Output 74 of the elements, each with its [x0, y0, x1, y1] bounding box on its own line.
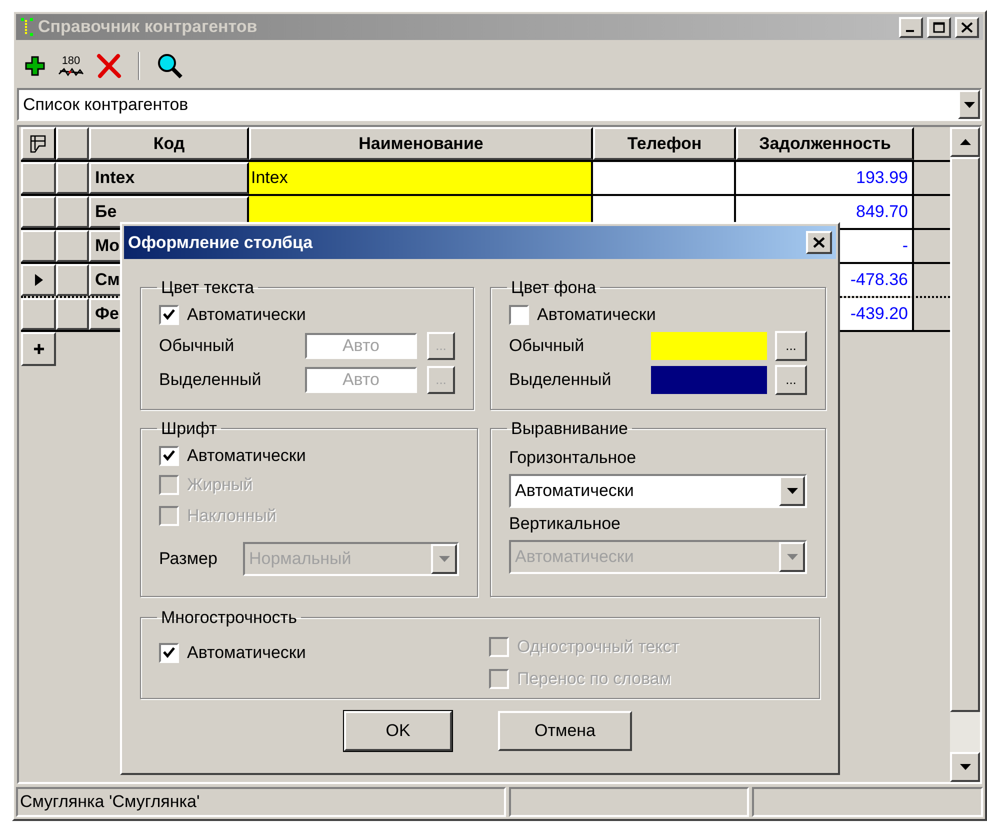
group-title: Выравнивание	[510, 418, 630, 440]
row-cell	[56, 298, 89, 330]
field-label: Обычный	[159, 334, 236, 357]
checkbox-label: Автоматически	[187, 444, 306, 467]
dropdown[interactable]: Автоматически	[509, 474, 807, 508]
window-title: Справочник контрагентов	[38, 16, 258, 38]
scribble-icon	[58, 66, 84, 76]
checkbox-label: Автоматически	[537, 304, 656, 326]
checkbox[interactable]	[159, 642, 179, 662]
row-indicator[interactable]	[21, 264, 56, 296]
check-icon	[163, 647, 175, 658]
delete-icon[interactable]	[96, 53, 122, 79]
dialog-button[interactable]: OK	[344, 711, 452, 751]
checkbox[interactable]	[159, 304, 179, 324]
code-cell: Intex	[89, 162, 249, 194]
new-row-indicator[interactable]	[21, 332, 56, 366]
row-indicator[interactable]	[21, 230, 56, 262]
field-label: Обычный	[509, 334, 586, 357]
numbering-button[interactable]: 180	[58, 56, 84, 76]
group-title: Многострочность	[160, 607, 298, 629]
row-indicator[interactable]	[21, 196, 56, 228]
down-arrow-icon[interactable]	[960, 764, 970, 770]
row-cell	[56, 196, 89, 228]
field-label: Выделенный	[509, 368, 612, 391]
checkbox[interactable]	[159, 446, 179, 466]
status-panel: Смуглянка 'Смуглянка'	[16, 787, 506, 817]
checkbox[interactable]	[509, 304, 529, 324]
column-header[interactable]: Задолженность	[736, 127, 914, 160]
field-label: Размер	[159, 548, 218, 570]
caret-icon	[438, 556, 450, 562]
close-button[interactable]	[955, 16, 979, 38]
row-indicator[interactable]	[21, 162, 56, 194]
close-icon	[961, 22, 973, 32]
field-label: Горизонтальное	[509, 446, 638, 469]
row-cell	[56, 230, 89, 262]
name-cell: Intex	[249, 162, 593, 194]
group-title: Шрифт	[160, 418, 218, 440]
minimize-button[interactable]	[899, 16, 923, 38]
color-swatch[interactable]	[651, 332, 767, 360]
minimize-icon	[906, 30, 914, 32]
row-indicator[interactable]	[21, 298, 56, 330]
browse-button[interactable]: ...	[775, 330, 807, 360]
field-label: Выделенный	[159, 368, 262, 391]
dialog-button[interactable]: Отмена	[498, 711, 632, 751]
list-selector[interactable]: Список контрагентов	[17, 88, 982, 121]
column-header[interactable]: Код	[89, 127, 249, 160]
color-swatch[interactable]	[651, 366, 767, 394]
check-icon	[163, 450, 175, 461]
plus-icon	[34, 344, 44, 354]
plus-icon[interactable]	[24, 55, 46, 77]
dropdown-button[interactable]	[779, 476, 805, 506]
caret-icon	[786, 488, 798, 494]
debt-cell: 193.99	[736, 162, 914, 194]
maximize-icon	[933, 22, 945, 32]
group-title: Цвет фона	[510, 277, 598, 299]
app-icon	[20, 17, 34, 37]
up-arrow-icon[interactable]	[960, 139, 970, 145]
search-icon[interactable]	[156, 52, 184, 80]
row-cell	[56, 162, 89, 194]
browse-button[interactable]: ...	[775, 364, 807, 394]
check-icon	[163, 309, 175, 320]
dropdown-button[interactable]	[958, 90, 980, 119]
maximize-button[interactable]	[927, 16, 951, 38]
row-cell	[56, 264, 89, 296]
column-header[interactable]: Наименование	[249, 127, 593, 160]
column-header[interactable]: Телефон	[593, 127, 736, 160]
close-button[interactable]	[806, 231, 832, 254]
field-label: Вертикальное	[509, 512, 622, 535]
caret-icon	[964, 102, 974, 108]
checkbox-label: Автоматически	[187, 642, 306, 664]
vertical-scrollbar[interactable]	[950, 127, 980, 782]
current-row-icon	[34, 274, 42, 286]
close-icon	[813, 237, 825, 248]
caret-icon	[786, 554, 798, 560]
